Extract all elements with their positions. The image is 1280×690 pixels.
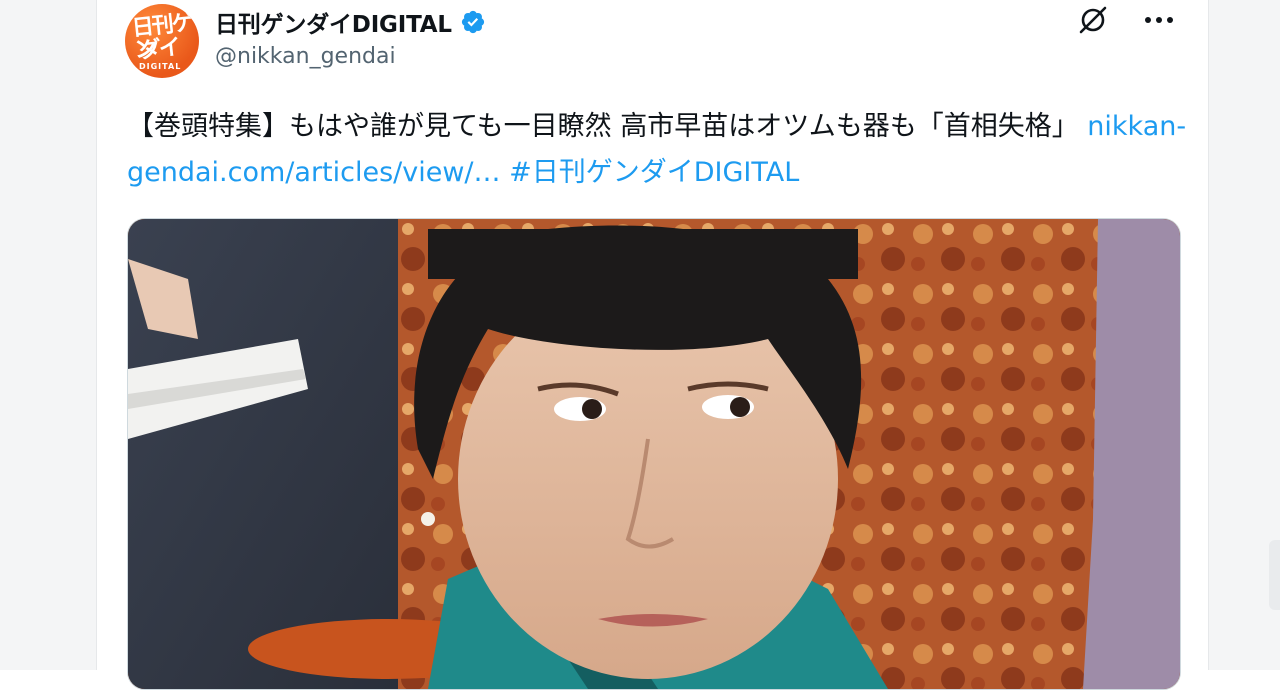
- avatar-logo-line3: DIGITAL: [139, 62, 182, 71]
- right-gutter: [1208, 0, 1280, 670]
- display-name[interactable]: 日刊ゲンダイDIGITAL: [215, 5, 452, 39]
- photo-illustration: [128, 219, 1180, 689]
- grok-icon[interactable]: [1075, 2, 1111, 38]
- tweet-hashtag[interactable]: #日刊ゲンダイDIGITAL: [509, 157, 799, 188]
- avatar-logo-line2: ダイ: [137, 33, 181, 65]
- tweet-body: 【巻頭特集】もはや誰が見ても一目瞭然 高市早苗はオツムも器も「首相失格」: [127, 111, 1088, 142]
- more-icon[interactable]: [1141, 2, 1177, 38]
- verified-badge-icon: [460, 9, 486, 35]
- avatar[interactable]: 日刊ゲン ダイ DIGITAL: [125, 4, 199, 78]
- user-handle[interactable]: @nikkan_gendai: [215, 44, 396, 69]
- tweet-card[interactable]: 日刊ゲン ダイ DIGITAL 日刊ゲンダイDIGITAL @nikkan_ge…: [97, 0, 1207, 690]
- tweet-header-actions: [1075, 0, 1177, 40]
- scrollbar[interactable]: [1269, 540, 1280, 610]
- tweet-text: 【巻頭特集】もはや誰が見ても一目瞭然 高市早苗はオツムも器も「首相失格」 nik…: [127, 104, 1187, 196]
- tweet-photo[interactable]: [127, 218, 1181, 690]
- author-name-line[interactable]: 日刊ゲンダイDIGITAL: [215, 6, 486, 38]
- left-gutter: [0, 0, 97, 670]
